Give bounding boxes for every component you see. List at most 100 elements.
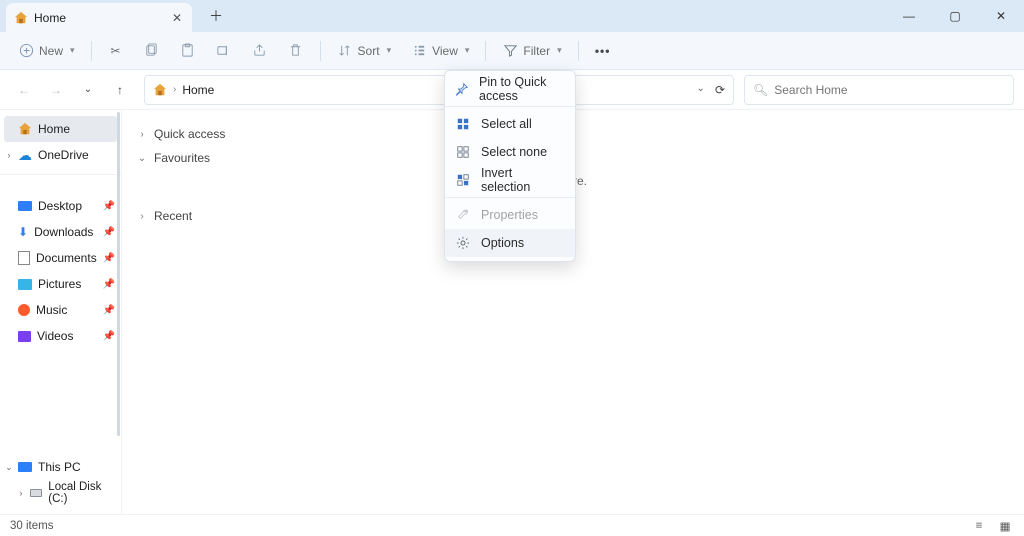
delete-button[interactable] [280,37,312,65]
close-tab-button[interactable]: ✕ [168,9,186,27]
expander-icon[interactable]: › [2,150,16,160]
forward-button[interactable]: → [42,76,70,104]
pin-icon: 📌 [103,331,115,342]
recent-locations-button[interactable]: ⌄ [74,76,102,104]
sidebar-item-onedrive[interactable]: › ☁ OneDrive [0,142,121,168]
copy-icon [144,43,160,59]
desktop-icon [18,201,32,211]
see-more-menu: Pin to Quick access Select all Select no… [444,70,576,262]
gear-icon [455,235,471,251]
share-icon [252,43,268,59]
separator [320,41,321,61]
tab[interactable]: Home ✕ [6,3,192,32]
filter-button[interactable]: Filter ▾ [494,37,569,65]
scrollbar[interactable] [117,112,120,436]
chevron-down-icon: ⌄ [136,153,148,164]
sidebar-item-home[interactable]: Home [4,116,117,142]
search-box[interactable]: 🔍︎ [744,75,1014,105]
details-view-button[interactable]: ≡ [970,518,988,534]
more-button[interactable]: ••• [587,37,619,65]
menu-options[interactable]: Options [445,229,575,257]
up-button[interactable]: ↑ [106,76,134,104]
pin-icon: 📌 [103,253,115,264]
maximize-button[interactable]: ▢ [932,0,978,32]
chevron-down-icon: ▾ [465,45,470,56]
new-tab-button[interactable]: ＋ [202,2,230,30]
copy-button[interactable] [136,37,168,65]
new-button[interactable]: New ▾ [10,37,83,65]
toolbar: New ▾ ✂ Sort ▾ View ▾ Filter ▾ ••• [0,32,1024,70]
menu-label: Select all [481,117,532,131]
refresh-button[interactable]: ⟳ [715,83,725,97]
separator [578,41,579,61]
close-button[interactable]: ✕ [978,0,1024,32]
share-button[interactable] [244,37,276,65]
menu-select-all[interactable]: Select all [445,110,575,138]
sidebar-item-label: Local Disk (C:) [48,481,113,505]
sidebar-item-documents[interactable]: Documents 📌 [0,245,121,271]
ellipsis-icon: ••• [595,43,611,59]
sidebar-item-label: Documents [36,251,97,265]
sort-icon [337,43,353,59]
separator [445,106,575,107]
videos-icon [18,331,31,342]
minimize-button[interactable]: ― [886,0,932,32]
rename-icon [216,43,232,59]
scissors-icon: ✂ [108,43,124,59]
sidebar: Home › ☁ OneDrive Desktop 📌 ⬇ Downloads … [0,110,122,514]
music-icon [18,304,30,316]
address-dropdown-button[interactable]: ⌄ [697,83,705,97]
sidebar-item-music[interactable]: Music 📌 [0,297,121,323]
search-input[interactable] [774,83,1005,97]
filter-icon [502,43,518,59]
sidebar-item-label: Desktop [38,199,82,213]
downloads-icon: ⬇ [18,225,28,239]
search-icon: 🔍︎ [753,83,768,97]
chevron-right-icon: › [136,129,148,140]
menu-pin-to-quick-access[interactable]: Pin to Quick access [445,75,575,103]
address-bar[interactable]: › Home ⌄ ⟳ [144,75,734,105]
menu-invert-selection[interactable]: Invert selection [445,166,575,194]
rename-button[interactable] [208,37,240,65]
sidebar-item-local-disk[interactable]: › Local Disk (C:) [0,480,121,506]
sidebar-item-pictures[interactable]: Pictures 📌 [0,271,121,297]
pin-icon [455,81,469,97]
cut-button[interactable]: ✂ [100,37,132,65]
sidebar-item-downloads[interactable]: ⬇ Downloads 📌 [0,219,121,245]
select-none-icon [455,144,471,160]
sidebar-item-label: Home [38,122,70,136]
expander-icon[interactable]: › [14,488,28,498]
breadcrumb-chevron-icon: › [173,84,176,95]
menu-label: Options [481,236,524,250]
item-count: 30 items [10,520,53,532]
sort-button[interactable]: Sort ▾ [329,37,400,65]
documents-icon [18,251,30,265]
sidebar-item-desktop[interactable]: Desktop 📌 [0,193,121,219]
pc-icon [18,462,32,472]
status-bar: 30 items ≡ ▦ [0,514,1024,536]
separator [485,41,486,61]
group-label: Favourites [154,151,210,165]
divider [0,174,121,175]
menu-label: Pin to Quick access [479,75,565,103]
pictures-icon [18,279,32,290]
sidebar-item-label: Music [36,303,67,317]
view-button[interactable]: View ▾ [403,37,477,65]
menu-select-none[interactable]: Select none [445,138,575,166]
plus-circle-icon [18,43,34,59]
menu-label: Select none [481,145,547,159]
breadcrumb[interactable]: Home [182,83,214,97]
sidebar-item-this-pc[interactable]: ⌄ This PC [0,454,121,480]
expander-icon[interactable]: ⌄ [2,462,16,473]
pin-icon: 📌 [103,227,115,238]
chevron-down-icon: ▾ [557,45,562,56]
home-icon [14,11,28,25]
back-button[interactable]: ← [10,76,38,104]
paste-button[interactable] [172,37,204,65]
sidebar-item-videos[interactable]: Videos 📌 [0,323,121,349]
filter-label: Filter [523,44,550,58]
chevron-down-icon: ▾ [387,45,392,56]
thumbnails-view-button[interactable]: ▦ [996,518,1014,534]
chevron-right-icon: › [136,211,148,222]
group-label: Quick access [154,127,225,141]
